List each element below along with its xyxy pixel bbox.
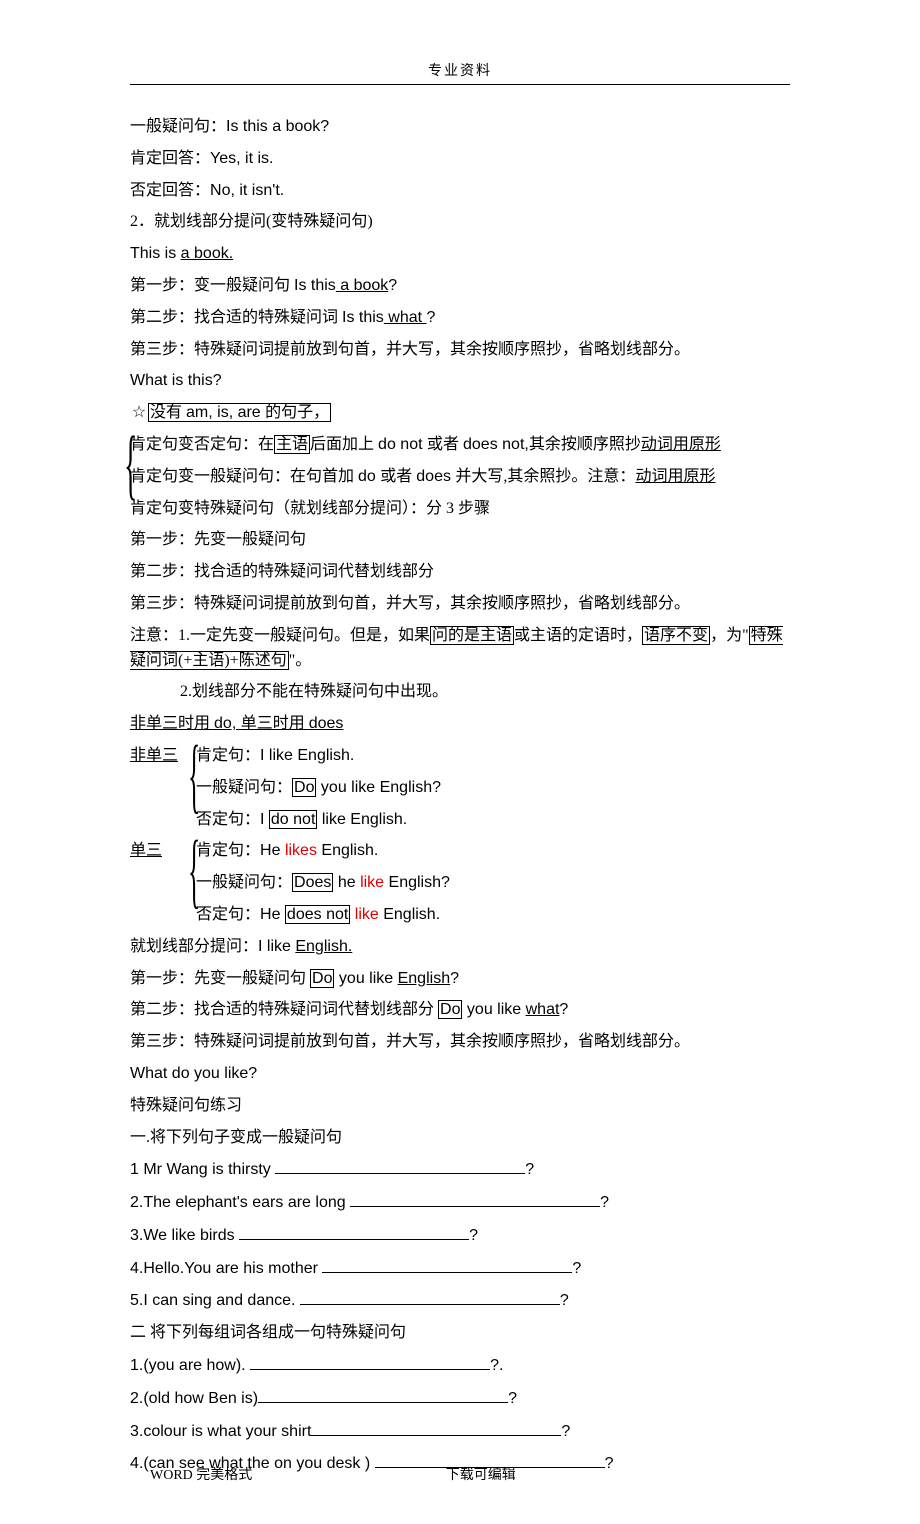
exercise-item: 5.I can sing and dance. ? (130, 1288, 790, 1314)
section-heading: 一.将下列句子变成一般疑问句 (130, 1126, 790, 1151)
text-line: 注意：1.一定先变一般疑问句。但是，如果问的是主语或主语的定语时，语序不变，为"… (130, 624, 790, 674)
answer-blank[interactable] (258, 1386, 508, 1403)
page-footer: WORD 完美格式 下载可编辑 (150, 1464, 790, 1484)
text-line: 第一步：先变一般疑问句 Do you like English? (130, 967, 790, 992)
text-line: 第三步：特殊疑问词提前放到句首，并大写，其余按顺序照抄，省略划线部分。 (130, 592, 790, 617)
text-line: 肯定句变特殊疑问句（就划线部分提问）：分 3 步骤 (130, 497, 790, 522)
text-line: 就划线部分提问：I like English. (130, 935, 790, 960)
text-line: 2.划线部分不能在特殊疑问句中出现。 (130, 680, 790, 705)
document-page: 专业资料 一般疑问句：Is this a book? 肯定回答：Yes, it … (0, 0, 920, 1524)
brace-group: { 肯定句变否定句：在主语后面加上 do not 或者 does not,其余按… (130, 433, 790, 521)
footer-right: 下载可编辑 (446, 1464, 516, 1484)
answer-blank[interactable] (311, 1419, 561, 1436)
text-line: 否定句：I do not like English. (130, 808, 790, 833)
text-line: 肯定句变否定句：在主语后面加上 do not 或者 does not,其余按顺序… (130, 433, 790, 458)
footer-left: WORD 完美格式 (150, 1464, 252, 1484)
text-line: What do you like? (130, 1062, 790, 1087)
text-line: 第二步：找合适的特殊疑问词代替划线部分 (130, 560, 790, 585)
exercise-item: 3.colour is what your shirt? (130, 1419, 790, 1445)
text-line: 肯定句变一般疑问句：在句首加 do 或者 does 并大写,其余照抄。注意：动词… (130, 465, 790, 490)
text-line: 非单三肯定句：I like English. (130, 744, 790, 769)
page-header: 专业资料 (130, 60, 790, 80)
star-note: ☆没有 am, is, are 的句子， (130, 401, 790, 426)
text-line: 一般疑问句：Is this a book? (130, 115, 790, 140)
brace-group-nonthird: { 非单三肯定句：I like English. 一般疑问句：Do you li… (130, 744, 790, 832)
exercise-item: 2.(old how Ben is)? (130, 1386, 790, 1412)
text-line: 一般疑问句：Does he like English? (130, 871, 790, 896)
text-line: 第二步：找合适的特殊疑问词代替划线部分 Do you like what? (130, 998, 790, 1023)
answer-blank[interactable] (250, 1353, 490, 1370)
exercise-item: 1 Mr Wang is thirsty ? (130, 1157, 790, 1183)
text-line: 单三肯定句：He likes English. (130, 839, 790, 864)
text-line: 非单三时用 do, 单三时用 does (130, 712, 790, 737)
exercise-item: 3.We like birds ? (130, 1223, 790, 1249)
section-heading: 二 将下列每组词各组成一句特殊疑问句 (130, 1321, 790, 1346)
brace-group-third: { 单三肯定句：He likes English. 一般疑问句：Does he … (130, 839, 790, 927)
text-line: 一般疑问句：Do you like English? (130, 776, 790, 801)
answer-blank[interactable] (239, 1223, 469, 1240)
section-heading: 特殊疑问句练习 (130, 1094, 790, 1119)
text-line: 第三步：特殊疑问词提前放到句首，并大写，其余按顺序照抄，省略划线部分。 (130, 1030, 790, 1055)
text-line: 否定回答：No, it isn't. (130, 179, 790, 204)
text-line: 肯定回答：Yes, it is. (130, 147, 790, 172)
text-line: 第一步：先变一般疑问句 (130, 528, 790, 553)
exercise-item: 1.(you are how). ?. (130, 1353, 790, 1379)
answer-blank[interactable] (300, 1288, 560, 1305)
answer-blank[interactable] (275, 1157, 525, 1174)
exercise-item: 2.The elephant's ears are long ? (130, 1190, 790, 1216)
text-line: 否定句：He does not like English. (130, 903, 790, 928)
text-line: 第二步：找合适的特殊疑问词 Is this what ? (130, 306, 790, 331)
text-line: 第一步：变一般疑问句 Is this a book? (130, 274, 790, 299)
text-line: 2．就划线部分提问(变特殊疑问句) (130, 210, 790, 235)
header-divider (130, 84, 790, 85)
text-line: This is a book. (130, 242, 790, 267)
answer-blank[interactable] (322, 1256, 572, 1273)
text-line: 第三步：特殊疑问词提前放到句首，并大写，其余按顺序照抄，省略划线部分。 (130, 338, 790, 363)
text-line: What is this? (130, 369, 790, 394)
exercise-item: 4.Hello.You are his mother ? (130, 1256, 790, 1282)
answer-blank[interactable] (350, 1190, 600, 1207)
